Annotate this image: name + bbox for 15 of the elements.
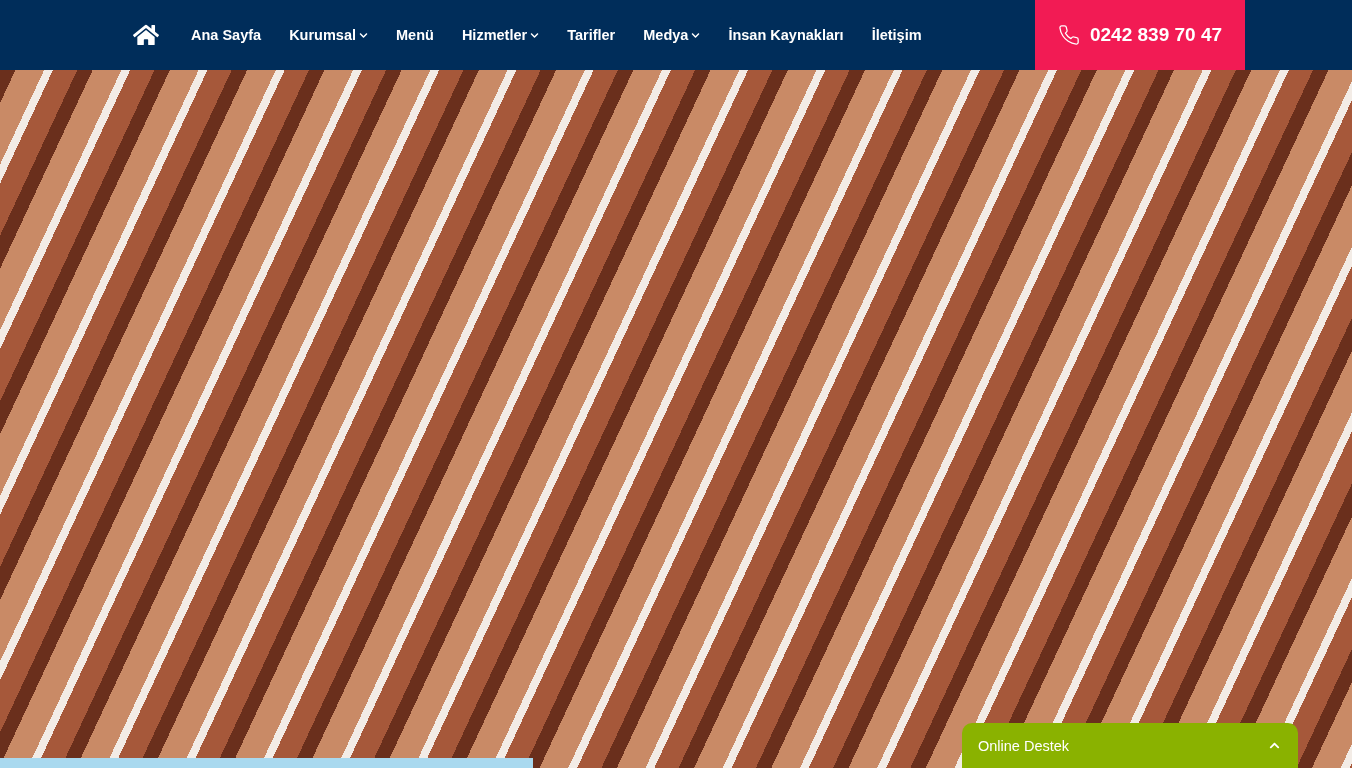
nav-link[interactable]: Menü <box>396 27 434 43</box>
nav-link[interactable]: Hizmetler <box>461 27 540 43</box>
nav-link[interactable]: Medya <box>643 27 701 43</box>
phone-button[interactable]: 0242 839 70 47 <box>1035 0 1245 70</box>
home-icon[interactable] <box>133 22 159 48</box>
nav-link[interactable]: Ana Sayfa <box>191 27 262 43</box>
caret-icon <box>530 30 540 40</box>
caret-icon <box>359 30 368 40</box>
caret-icon <box>691 30 701 40</box>
nav-link[interactable]: Tarifler <box>567 27 616 43</box>
chevron-up-icon <box>1269 740 1280 751</box>
nav-link[interactable]: Kurumsal <box>289 27 368 43</box>
nav-link[interactable]: İnsan Kaynakları <box>728 27 844 43</box>
phone-icon <box>1057 24 1080 46</box>
nav-link[interactable]: İletişim <box>871 27 922 43</box>
